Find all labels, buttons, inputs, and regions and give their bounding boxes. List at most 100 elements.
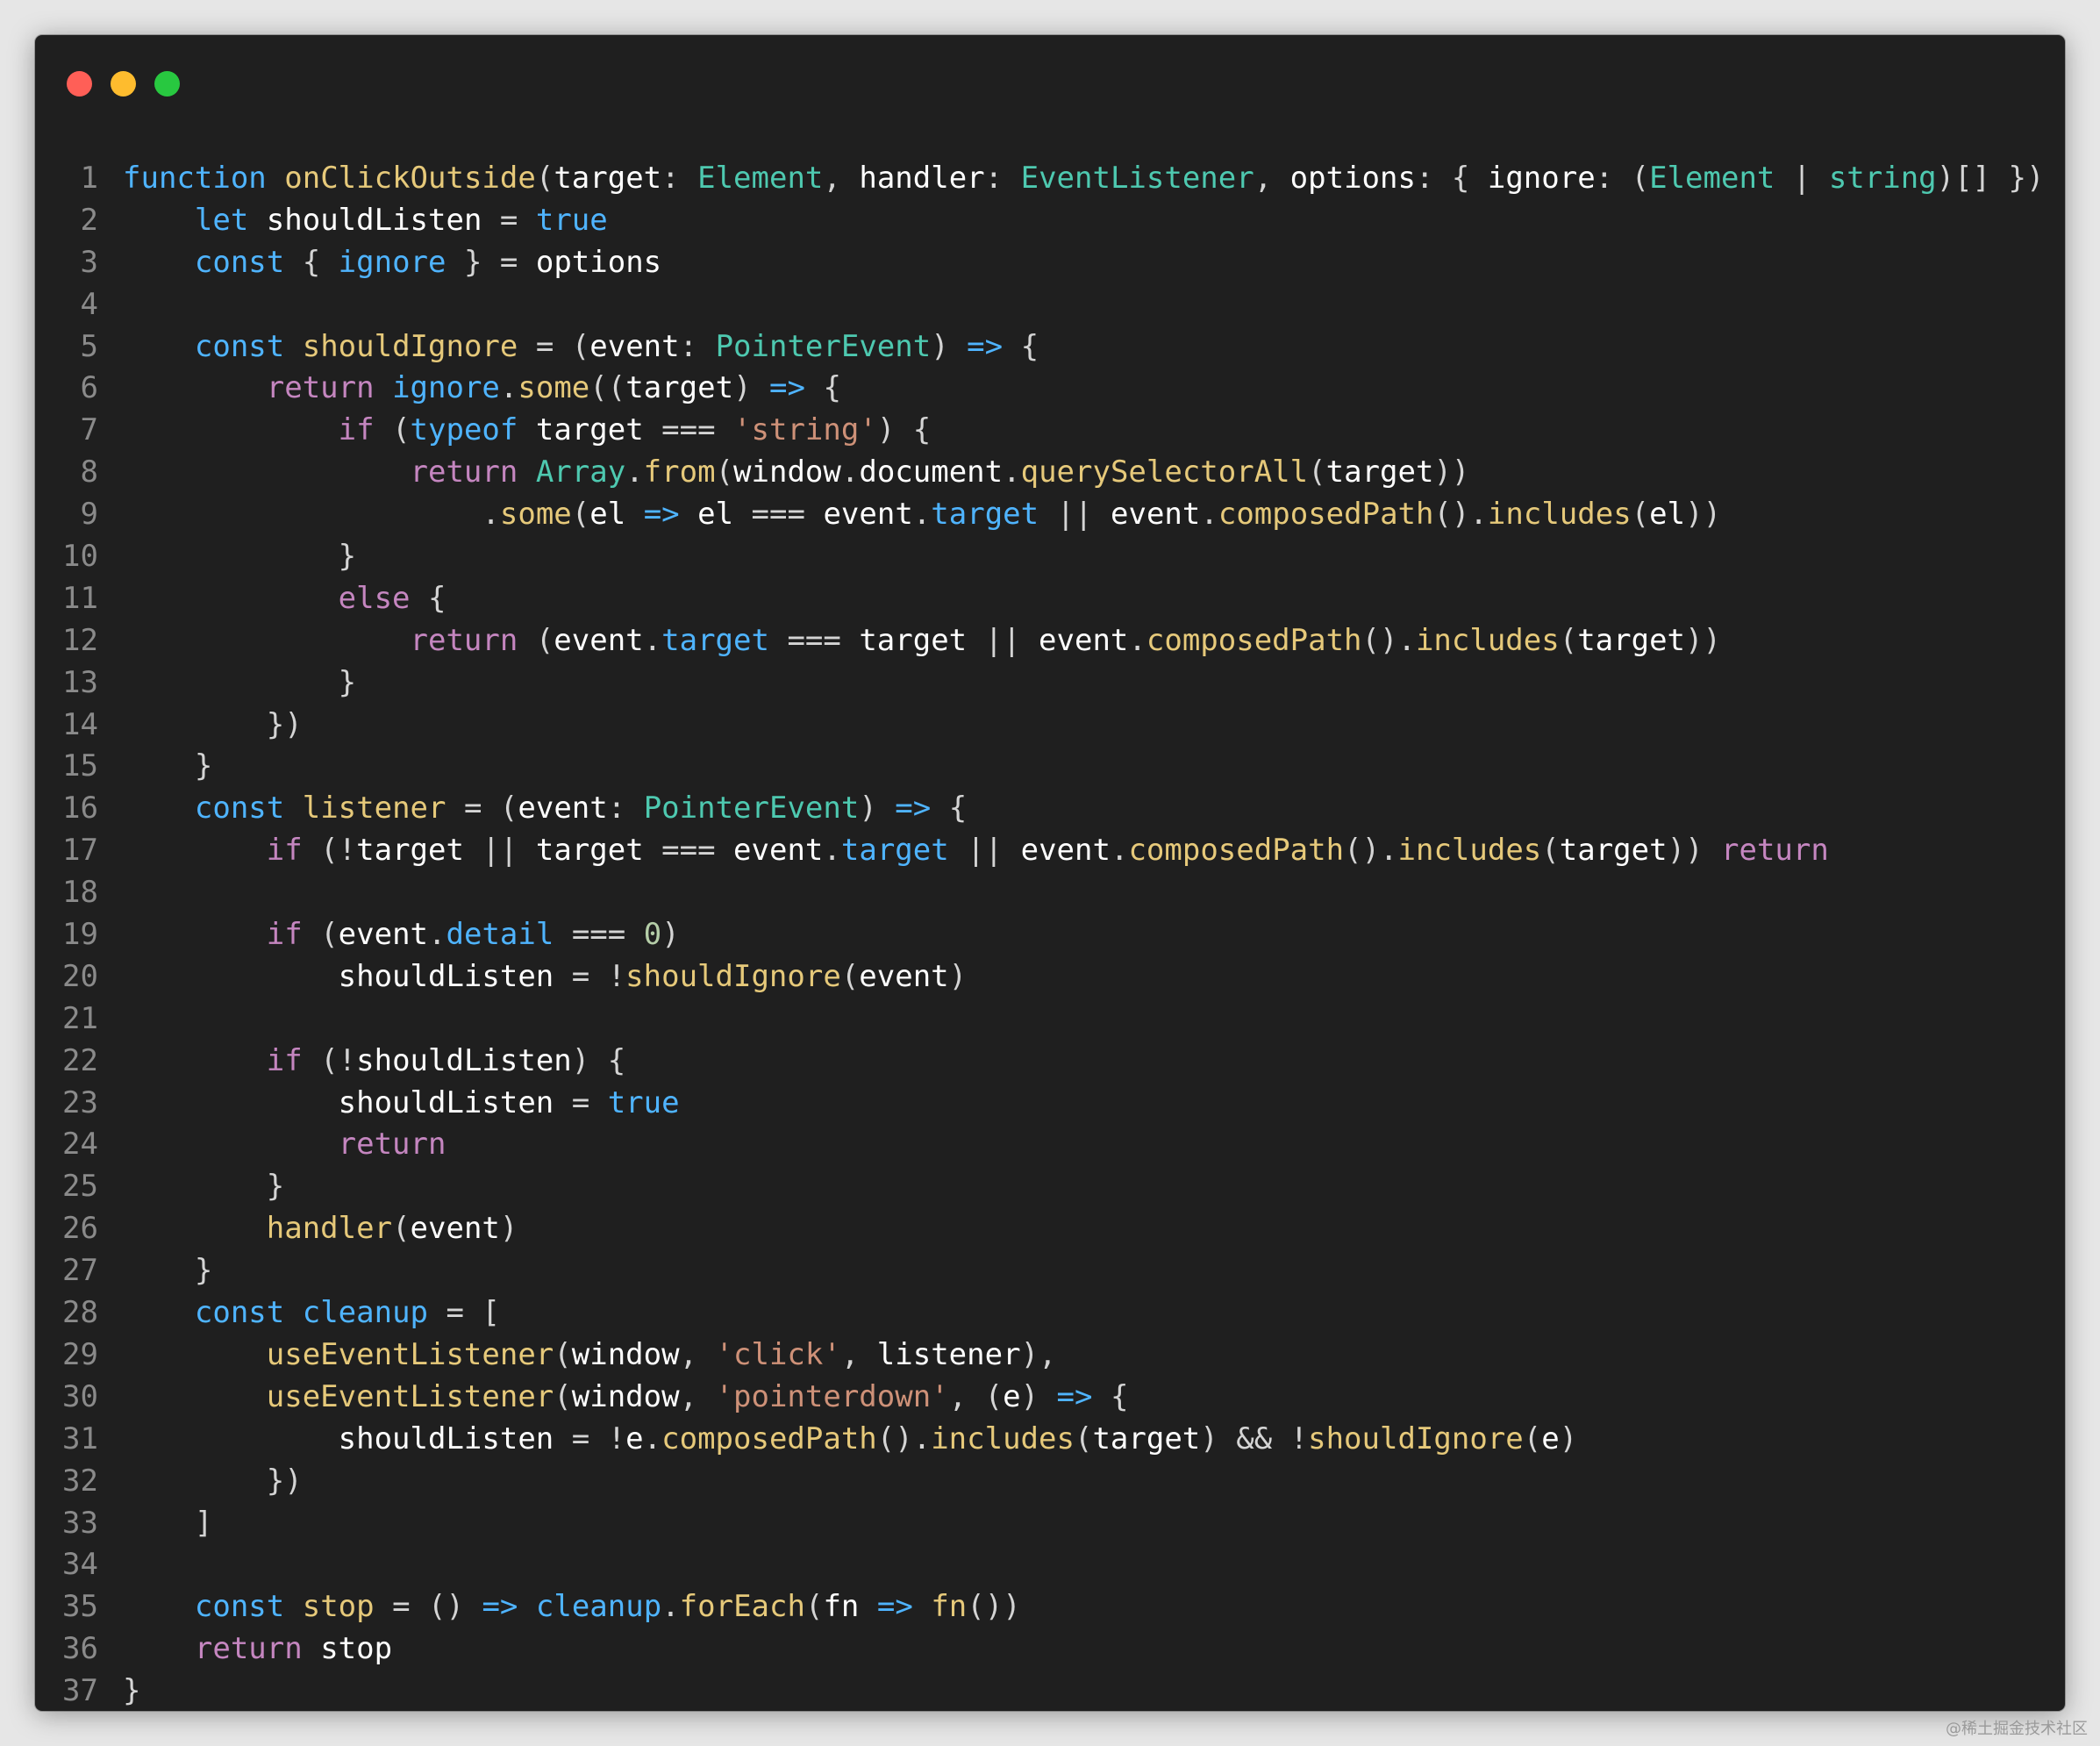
code-token: let <box>194 202 249 238</box>
code-token: event <box>589 328 680 364</box>
code-token: includes <box>1487 497 1632 533</box>
line-text: return <box>123 1124 446 1166</box>
code-token: : { <box>1415 161 1488 196</box>
code-token: 'string' <box>733 412 877 448</box>
code-token: . <box>1128 622 1146 658</box>
code-token: onClickOutside <box>284 161 536 196</box>
code-token: : <box>984 161 1021 196</box>
line-number: 1 <box>80 161 98 196</box>
code-token: ( <box>302 917 339 953</box>
line-text: return stop <box>123 1628 392 1671</box>
code-token: , <box>1254 161 1290 196</box>
line-text: if (!shouldListen) { <box>123 1041 625 1083</box>
line-text: return Array.from(window.document.queryS… <box>123 452 1470 494</box>
code-line: 28 const cleanup = [ <box>35 1292 2065 1335</box>
code-token: includes <box>1397 833 1542 869</box>
line-text: const shouldIgnore = (event: PointerEven… <box>123 326 1039 369</box>
code-token: const <box>194 1295 285 1331</box>
code-token: event <box>518 791 608 826</box>
code-token: } <box>123 748 213 784</box>
line-text: } <box>123 662 356 705</box>
code-token: ) <box>931 328 968 364</box>
code-token: some <box>499 497 572 533</box>
line-number: 10 <box>62 539 98 575</box>
line-text: } <box>123 1166 284 1208</box>
code-token: ) && ! <box>1200 1420 1309 1456</box>
code-token: ) <box>1020 1378 1057 1414</box>
code-token: } <box>123 664 357 700</box>
code-token: target <box>661 622 769 658</box>
code-token: stop <box>320 1631 393 1667</box>
code-token: ) { <box>571 1042 626 1078</box>
code-token: . <box>840 454 860 490</box>
code-token: window <box>733 454 841 490</box>
code-line: 2 let shouldListen = true <box>35 200 2065 242</box>
code-token: fn <box>931 1589 968 1625</box>
code-token: target <box>1577 622 1686 658</box>
line-number: 12 <box>62 622 98 658</box>
code-token: . <box>428 917 446 953</box>
code-token: return <box>266 370 375 406</box>
code-token: || <box>463 833 536 869</box>
line-text: const { ignore } = options <box>123 242 661 284</box>
code-token: options <box>1289 161 1416 196</box>
code-line: 10 } <box>35 536 2065 578</box>
line-text: } <box>123 1250 212 1292</box>
code-token: . <box>1200 497 1218 533</box>
code-line: 15 } <box>35 746 2065 788</box>
close-window-button[interactable] <box>67 71 92 97</box>
code-line: 7 if (typeof target === 'string') { <box>35 410 2065 452</box>
code-token: ), <box>1020 1336 1057 1372</box>
code-token: event <box>733 833 824 869</box>
code-token: ( <box>554 1378 572 1414</box>
code-token: if <box>338 412 375 448</box>
code-token: . <box>643 622 662 658</box>
code-line: 23 shouldListen = true <box>35 1083 2065 1125</box>
code-token: = ! <box>554 958 626 994</box>
line-number: 11 <box>62 580 98 616</box>
code-token: => <box>482 1589 518 1625</box>
line-text: handler(event) <box>123 1208 518 1250</box>
code-token: Element <box>697 161 824 196</box>
line-text: ] <box>123 1503 212 1545</box>
code-token: some <box>518 370 590 406</box>
line-number: 20 <box>62 958 98 994</box>
line-text: } <box>123 1671 140 1711</box>
code-token: shouldListen <box>338 958 554 994</box>
line-text: shouldListen = !shouldIgnore(event) <box>123 956 968 998</box>
code-token: (). <box>876 1420 932 1456</box>
code-token: target <box>535 833 644 869</box>
minimize-window-button[interactable] <box>111 71 136 97</box>
code-token: ) <box>948 958 968 994</box>
code-token: event <box>1111 497 1201 533</box>
code-line: 4 <box>35 284 2065 326</box>
line-text: if (typeof target === 'string') { <box>123 410 932 452</box>
code-token: ( <box>804 1589 824 1625</box>
code-token: shouldIgnore <box>302 328 518 364</box>
code-token: listener <box>876 1336 1021 1372</box>
line-text: useEventListener(window, 'pointerdown', … <box>123 1377 1129 1419</box>
maximize-window-button[interactable] <box>154 71 180 97</box>
code-token: from <box>643 454 716 490</box>
code-token: el <box>1649 497 1686 533</box>
code-token: ( <box>1559 622 1578 658</box>
code-token: handler <box>859 161 985 196</box>
code-token: === <box>643 833 734 869</box>
code-window: 1 function onClickOutside(target: Element… <box>35 35 2065 1711</box>
code-token: } <box>123 1253 213 1289</box>
code-token: target <box>535 412 644 448</box>
code-token: if <box>266 1042 303 1078</box>
code-token: : ( <box>1595 161 1650 196</box>
code-token: { <box>1092 1378 1129 1414</box>
code-token: || <box>967 622 1039 658</box>
code-token: === <box>733 497 824 533</box>
